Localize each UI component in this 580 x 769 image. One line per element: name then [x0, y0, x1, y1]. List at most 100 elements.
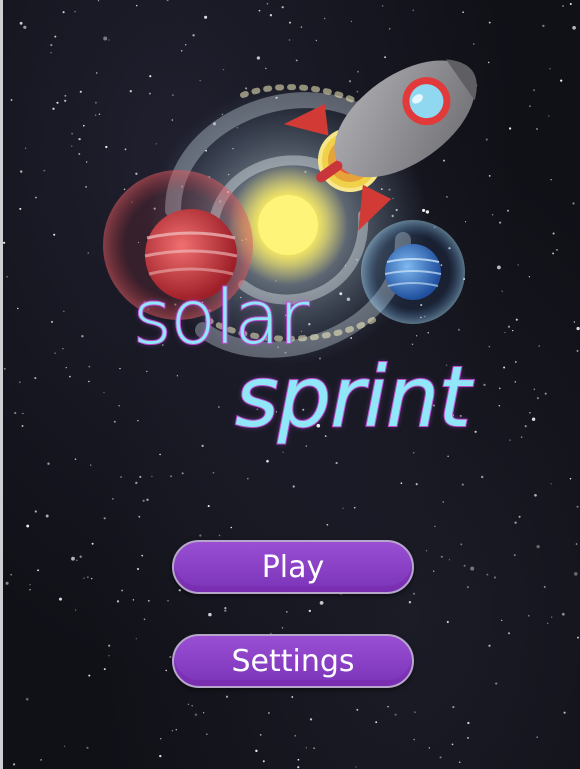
- star: [25, 697, 29, 701]
- star: [467, 736, 469, 739]
- star: [513, 554, 516, 556]
- star: [292, 485, 295, 488]
- star: [458, 761, 461, 764]
- star: [442, 501, 444, 503]
- star: [165, 669, 167, 672]
- star: [294, 735, 296, 737]
- star: [141, 554, 144, 557]
- game-title-sprint: sprint: [234, 348, 472, 446]
- star: [262, 760, 265, 763]
- star: [199, 534, 202, 537]
- blue-planet-icon: [361, 220, 465, 324]
- star: [536, 736, 538, 738]
- star: [507, 632, 511, 635]
- star: [103, 517, 106, 520]
- star: [26, 524, 30, 528]
- star: [353, 506, 356, 509]
- star: [460, 543, 463, 546]
- star: [501, 619, 503, 621]
- star: [440, 555, 443, 558]
- star: [146, 498, 149, 501]
- star: [319, 601, 324, 605]
- star: [576, 505, 579, 508]
- star: [495, 682, 498, 685]
- star: [387, 705, 389, 708]
- star: [208, 612, 212, 617]
- star: [224, 607, 227, 610]
- star: [415, 483, 418, 486]
- star: [297, 766, 300, 769]
- star: [132, 599, 135, 601]
- star: [83, 577, 85, 579]
- star: [175, 729, 177, 731]
- star: [136, 567, 140, 571]
- star: [550, 483, 552, 485]
- star: [551, 616, 553, 618]
- star: [206, 733, 208, 735]
- star: [463, 564, 466, 567]
- star: [267, 712, 270, 714]
- star: [202, 712, 205, 714]
- star: [493, 576, 497, 579]
- star: [563, 711, 566, 714]
- star: [147, 599, 150, 602]
- star: [461, 483, 464, 486]
- star: [207, 505, 210, 508]
- star: [451, 743, 454, 746]
- star: [536, 544, 540, 549]
- star: [225, 695, 229, 698]
- star: [527, 614, 530, 617]
- star: [167, 600, 169, 602]
- star: [37, 569, 40, 572]
- star: [76, 559, 78, 561]
- star: [309, 718, 313, 721]
- star: [470, 566, 475, 571]
- star: [428, 747, 430, 749]
- star: [34, 510, 37, 513]
- star: [86, 746, 89, 749]
- star: [466, 586, 469, 589]
- star: [313, 747, 315, 749]
- star: [187, 703, 190, 706]
- star: [434, 525, 436, 528]
- star: [342, 507, 344, 509]
- star: [394, 713, 397, 716]
- star: [439, 756, 442, 759]
- star: [178, 589, 181, 592]
- star: [10, 574, 12, 576]
- star: [412, 592, 416, 595]
- star: [91, 542, 94, 545]
- star: [326, 523, 329, 526]
- settings-button[interactable]: Settings: [172, 634, 414, 688]
- star: [103, 668, 106, 671]
- star: [71, 556, 75, 561]
- star: [90, 577, 93, 580]
- star: [534, 493, 537, 497]
- star: [467, 721, 470, 725]
- star: [13, 763, 16, 766]
- star: [74, 609, 77, 611]
- play-button[interactable]: Play: [172, 540, 414, 594]
- star: [255, 749, 258, 753]
- star: [135, 638, 137, 640]
- star: [305, 747, 308, 749]
- star: [259, 734, 262, 736]
- star: [448, 559, 450, 561]
- star: [433, 570, 435, 572]
- star: [355, 766, 357, 768]
- star: [514, 521, 517, 524]
- star: [121, 589, 123, 592]
- star: [142, 499, 145, 502]
- star: [400, 482, 403, 485]
- star: [575, 543, 578, 545]
- star: [375, 721, 378, 724]
- star: [452, 706, 455, 709]
- star: [159, 737, 162, 740]
- star: [413, 738, 416, 741]
- star: [224, 609, 227, 612]
- star: [230, 526, 233, 529]
- star: [218, 534, 221, 537]
- star: [543, 585, 546, 588]
- star: [5, 581, 9, 585]
- star: [285, 611, 288, 613]
